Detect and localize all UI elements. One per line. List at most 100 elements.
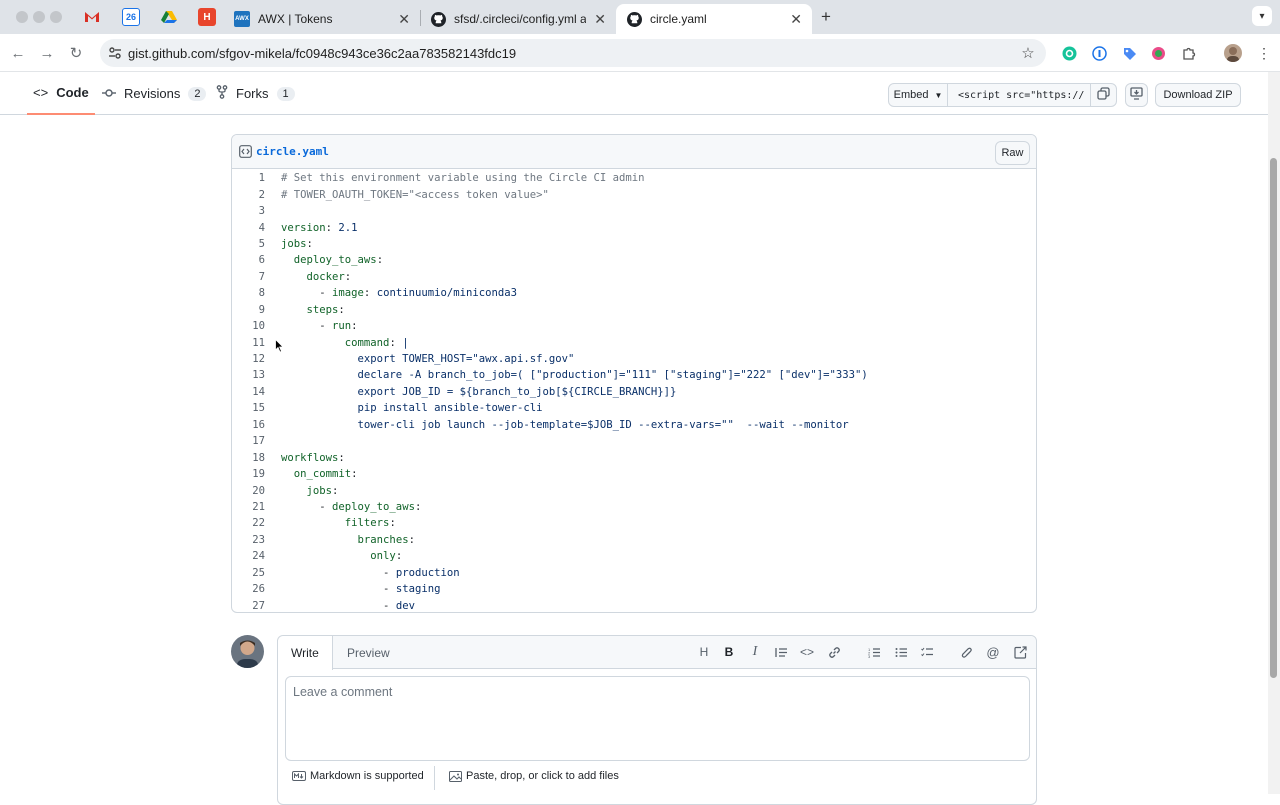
code-view: 1 # Set this environment variable using t… — [232, 169, 1036, 612]
color-extension-icon[interactable] — [1149, 44, 1167, 62]
tab-search-chevron-icon[interactable]: ▾ — [1252, 6, 1272, 26]
line-number[interactable]: 21 — [232, 501, 265, 513]
browser-menu-icon[interactable]: ⋮ — [1255, 44, 1273, 62]
code-line: 25 - production — [232, 565, 1036, 581]
url-text[interactable]: gist.github.com/sfgov-mikela/fc0948c943c… — [128, 46, 516, 61]
markdown-supported-link[interactable]: Markdown is supported — [292, 770, 424, 782]
line-number[interactable]: 11 — [232, 337, 265, 349]
close-tab-icon[interactable]: ✕ — [398, 11, 410, 28]
embed-code-input[interactable]: <script src="https:// — [947, 83, 1091, 107]
awx-icon: AWX — [234, 11, 250, 27]
grammarly-icon[interactable] — [1060, 44, 1078, 62]
tab-code[interactable]: <> Code — [27, 72, 95, 115]
reload-icon[interactable]: ↻ — [66, 43, 86, 63]
line-number[interactable]: 5 — [232, 238, 265, 250]
link-icon[interactable] — [826, 644, 842, 660]
line-number[interactable]: 1 — [232, 172, 265, 184]
line-number[interactable]: 10 — [232, 320, 265, 332]
mention-icon[interactable]: @ — [985, 644, 1001, 660]
bookmark-star-icon[interactable]: ☆ — [1019, 44, 1037, 62]
code-line: 6 deploy_to_aws: — [232, 252, 1036, 268]
extensions-puzzle-icon[interactable] — [1179, 44, 1197, 62]
line-number[interactable]: 16 — [232, 419, 265, 431]
gmail-icon[interactable] — [83, 8, 101, 26]
copy-embed-button[interactable] — [1090, 83, 1117, 107]
bold-icon[interactable]: B — [721, 644, 737, 660]
line-number[interactable]: 2 — [232, 189, 265, 201]
zoom-window-button[interactable] — [50, 11, 62, 23]
italic-icon[interactable]: I — [747, 644, 763, 660]
line-number[interactable]: 20 — [232, 485, 265, 497]
password-manager-icon[interactable] — [1090, 44, 1108, 62]
heading-icon[interactable]: H — [696, 644, 712, 660]
attach-paperclip-icon[interactable] — [959, 644, 975, 660]
tab-circle-yaml[interactable]: circle.yaml ✕ — [616, 4, 812, 34]
line-number[interactable]: 22 — [232, 517, 265, 529]
code-icon[interactable]: <> — [799, 644, 815, 660]
line-number[interactable]: 14 — [232, 386, 265, 398]
line-number[interactable]: 13 — [232, 369, 265, 381]
comment-textarea[interactable]: Leave a comment — [285, 676, 1030, 761]
download-zip-button[interactable]: Download ZIP — [1155, 83, 1241, 107]
code-line: 18 workflows: — [232, 449, 1036, 465]
line-number[interactable]: 26 — [232, 583, 265, 595]
code-line: 8 - image: continuumio/miniconda3 — [232, 285, 1036, 301]
line-number[interactable]: 19 — [232, 468, 265, 480]
file-name-link[interactable]: circle.yaml — [256, 145, 329, 158]
code-line: 9 steps: — [232, 302, 1036, 318]
code-line: 11 command: | — [232, 334, 1036, 350]
address-bar[interactable]: gist.github.com/sfgov-mikela/fc0948c943c… — [100, 39, 1046, 67]
line-number[interactable]: 15 — [232, 402, 265, 414]
line-content: jobs: — [306, 484, 339, 497]
line-number[interactable]: 3 — [232, 205, 265, 217]
tab-title: AWX | Tokens — [258, 12, 333, 26]
line-number[interactable]: 8 — [232, 287, 265, 299]
code-icon: <> — [33, 85, 49, 100]
tab-revisions[interactable]: Revisions 2 — [102, 72, 207, 115]
tab-preview[interactable]: Preview — [334, 636, 403, 669]
new-tab-button[interactable]: + — [816, 7, 836, 27]
task-list-icon[interactable] — [919, 644, 935, 660]
line-content: on_commit: — [293, 468, 358, 481]
drive-icon[interactable] — [160, 8, 178, 26]
line-number[interactable]: 24 — [232, 550, 265, 562]
tab-forks[interactable]: Forks 1 — [216, 72, 295, 115]
line-number[interactable]: 27 — [232, 600, 265, 612]
open-desktop-button[interactable] — [1125, 83, 1148, 107]
tab-label: Forks — [236, 86, 269, 101]
line-number[interactable]: 7 — [232, 271, 265, 283]
tab-write[interactable]: Write — [278, 636, 333, 670]
minimize-window-button[interactable] — [33, 11, 45, 23]
code-line: 27 - dev — [232, 597, 1036, 612]
line-number[interactable]: 17 — [232, 435, 265, 447]
close-tab-icon[interactable]: ✕ — [594, 11, 606, 28]
line-number[interactable]: 9 — [232, 304, 265, 316]
line-number[interactable]: 25 — [232, 567, 265, 579]
close-window-button[interactable] — [16, 11, 28, 23]
calendar-icon[interactable]: 26 — [122, 8, 140, 26]
bullet-list-icon[interactable] — [893, 644, 909, 660]
site-settings-icon[interactable] — [108, 46, 122, 60]
line-number[interactable]: 18 — [232, 452, 265, 464]
line-number[interactable]: 23 — [232, 534, 265, 546]
close-tab-icon[interactable]: ✕ — [790, 11, 802, 28]
raw-button[interactable]: Raw — [995, 141, 1030, 165]
line-number[interactable]: 12 — [232, 353, 265, 365]
attach-files-button[interactable]: Paste, drop, or click to add files — [449, 770, 619, 782]
numbered-list-icon[interactable]: 123 — [866, 644, 882, 660]
profile-avatar-icon[interactable] — [1224, 44, 1242, 62]
scrollbar-thumb[interactable] — [1270, 158, 1277, 678]
harvest-icon[interactable]: H — [198, 8, 216, 26]
gist-header: <> Code Revisions 2 Forks 1 Embed ▼ <scr… — [0, 72, 1268, 115]
quote-icon[interactable] — [773, 644, 789, 660]
forward-arrow-icon[interactable]: → — [37, 43, 57, 63]
line-number[interactable]: 4 — [232, 222, 265, 234]
embed-dropdown-button[interactable]: Embed ▼ — [888, 83, 948, 107]
reference-icon[interactable] — [1012, 644, 1028, 660]
line-number[interactable]: 6 — [232, 254, 265, 266]
line-content: - production — [281, 566, 460, 579]
tag-extension-icon[interactable] — [1120, 44, 1138, 62]
back-arrow-icon[interactable]: ← — [8, 43, 28, 63]
tab-awx-tokens[interactable]: AWX AWX | Tokens ✕ — [224, 4, 420, 34]
tab-circleci-config[interactable]: sfsd/.circleci/config.yml at m ✕ — [420, 4, 616, 34]
